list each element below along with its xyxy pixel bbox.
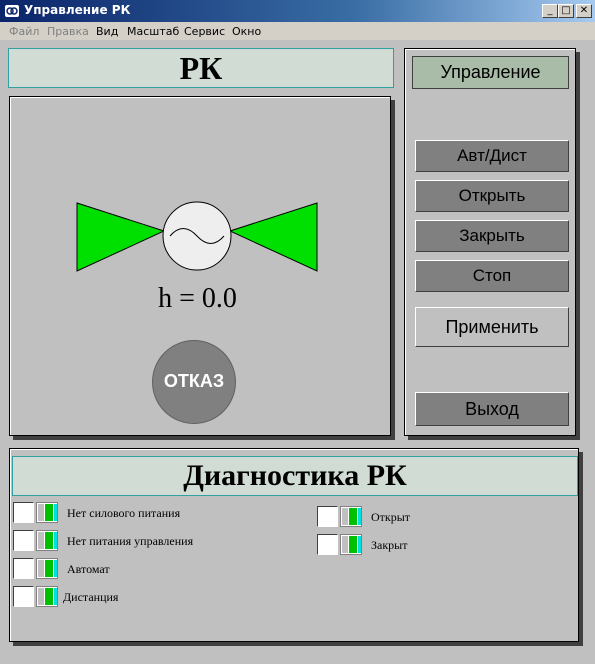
menu-service[interactable]: Сервис (184, 25, 225, 38)
control-panel-title: Управление (412, 56, 569, 89)
title-bar[interactable]: Управление РК _ □ ✕ (0, 0, 595, 22)
valve-position-text: h = 0.0 (158, 283, 237, 314)
diag-checkbox[interactable] (317, 534, 338, 555)
close-button[interactable]: Закрыть (415, 220, 569, 252)
diag-label: Дистанция (63, 590, 119, 604)
minimize-button[interactable]: _ (542, 4, 558, 18)
apply-button[interactable]: Применить (415, 307, 569, 347)
menu-bar: Файл Правка Вид Масштаб Сервис Окно (0, 22, 595, 40)
valve-panel: h = 0.0 ОТКАЗ (9, 96, 391, 436)
diag-label: Открыт (371, 510, 411, 524)
fault-indicator[interactable]: ОТКАЗ (152, 340, 236, 424)
menu-view[interactable]: Вид (96, 25, 118, 38)
menu-edit[interactable]: Правка (47, 25, 89, 38)
exit-button[interactable]: Выход (415, 392, 569, 426)
close-window-button[interactable]: ✕ (576, 4, 592, 18)
valve-right-wing (228, 202, 318, 272)
open-button[interactable]: Открыть (415, 180, 569, 212)
diag-label: Закрыт (371, 538, 408, 552)
stop-button[interactable]: Стоп (415, 260, 569, 292)
diag-checkbox[interactable] (13, 530, 34, 551)
valve-panel-title: РК (8, 48, 394, 88)
diag-checkbox[interactable] (317, 506, 338, 527)
diag-indicator (36, 502, 58, 523)
diag-indicator (36, 586, 58, 607)
diag-label: Нет силового питания (67, 506, 181, 520)
diag-checkbox[interactable] (13, 502, 34, 523)
diag-checkbox[interactable] (13, 558, 34, 579)
valve-left-wing (76, 202, 166, 272)
menu-scale[interactable]: Масштаб (127, 25, 179, 38)
window-title: Управление РК (24, 3, 131, 17)
app-icon (4, 3, 20, 19)
menu-window[interactable]: Окно (232, 25, 261, 38)
menu-file[interactable]: Файл (9, 25, 39, 38)
diag-label: Автомат (67, 562, 110, 576)
diag-checkbox[interactable] (13, 586, 34, 607)
diag-label: Нет питания управления (67, 534, 194, 548)
diag-indicator (36, 530, 58, 551)
maximize-button[interactable]: □ (558, 4, 574, 18)
fault-label: ОТКАЗ (163, 371, 225, 391)
auto-remote-button[interactable]: Авт/Дист (415, 140, 569, 172)
diagnostics-title: Диагностика РК (12, 456, 578, 496)
diag-indicator (36, 558, 58, 579)
diag-indicator (340, 534, 362, 555)
diag-indicator (340, 506, 362, 527)
